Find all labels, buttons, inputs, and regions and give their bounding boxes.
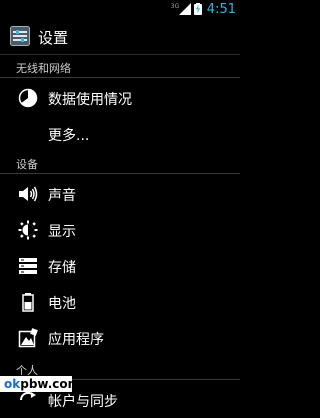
settings-item-label: 应用程序	[48, 332, 104, 348]
battery-icon	[22, 293, 34, 312]
clock: 4:51	[206, 1, 236, 17]
settings-item-label: 帐户与同步	[48, 394, 118, 410]
settings-item-label: 更多...	[48, 128, 90, 144]
sound-icon	[19, 186, 38, 202]
settings-app-icon[interactable]	[10, 26, 30, 46]
watermark: okpbw.com	[0, 376, 80, 392]
settings-item-apps[interactable]: 应用程序	[0, 320, 240, 356]
data-usage-icon	[18, 88, 38, 108]
settings-item-label: 显示	[48, 224, 76, 240]
apps-icon	[18, 328, 38, 348]
settings-item-data-usage[interactable]: 数据使用情况	[0, 80, 240, 116]
section-header-wireless: 无线和网络	[0, 56, 240, 78]
settings-item-label: 存储	[48, 260, 76, 276]
settings-item-label: 电池	[48, 296, 76, 312]
action-bar: 设置	[0, 18, 240, 55]
signal-icon: 3G	[171, 3, 191, 15]
section-header-label: 设备	[16, 158, 38, 171]
section-header-label: 无线和网络	[16, 62, 71, 75]
network-type: 3G	[170, 3, 180, 10]
settings-item-storage[interactable]: 存储	[0, 248, 240, 284]
settings-item-more[interactable]: 更多...	[0, 116, 240, 152]
settings-item-battery[interactable]: 电池	[0, 284, 240, 320]
watermark-part-2: pbw.com	[20, 377, 81, 391]
section-header-device: 设备	[0, 152, 240, 174]
page-title: 设置	[38, 29, 69, 47]
battery-status-icon	[193, 3, 202, 15]
storage-icon	[19, 258, 37, 274]
settings-item-display[interactable]: 显示	[0, 212, 240, 248]
watermark-part-1: ok	[4, 377, 21, 391]
settings-item-label: 声音	[48, 188, 76, 204]
display-icon	[18, 220, 38, 240]
account-sync-icon	[19, 391, 36, 401]
settings-item-sound[interactable]: 声音	[0, 176, 240, 212]
status-bar: 3G 4:51	[0, 0, 240, 18]
settings-item-label: 数据使用情况	[48, 92, 132, 108]
